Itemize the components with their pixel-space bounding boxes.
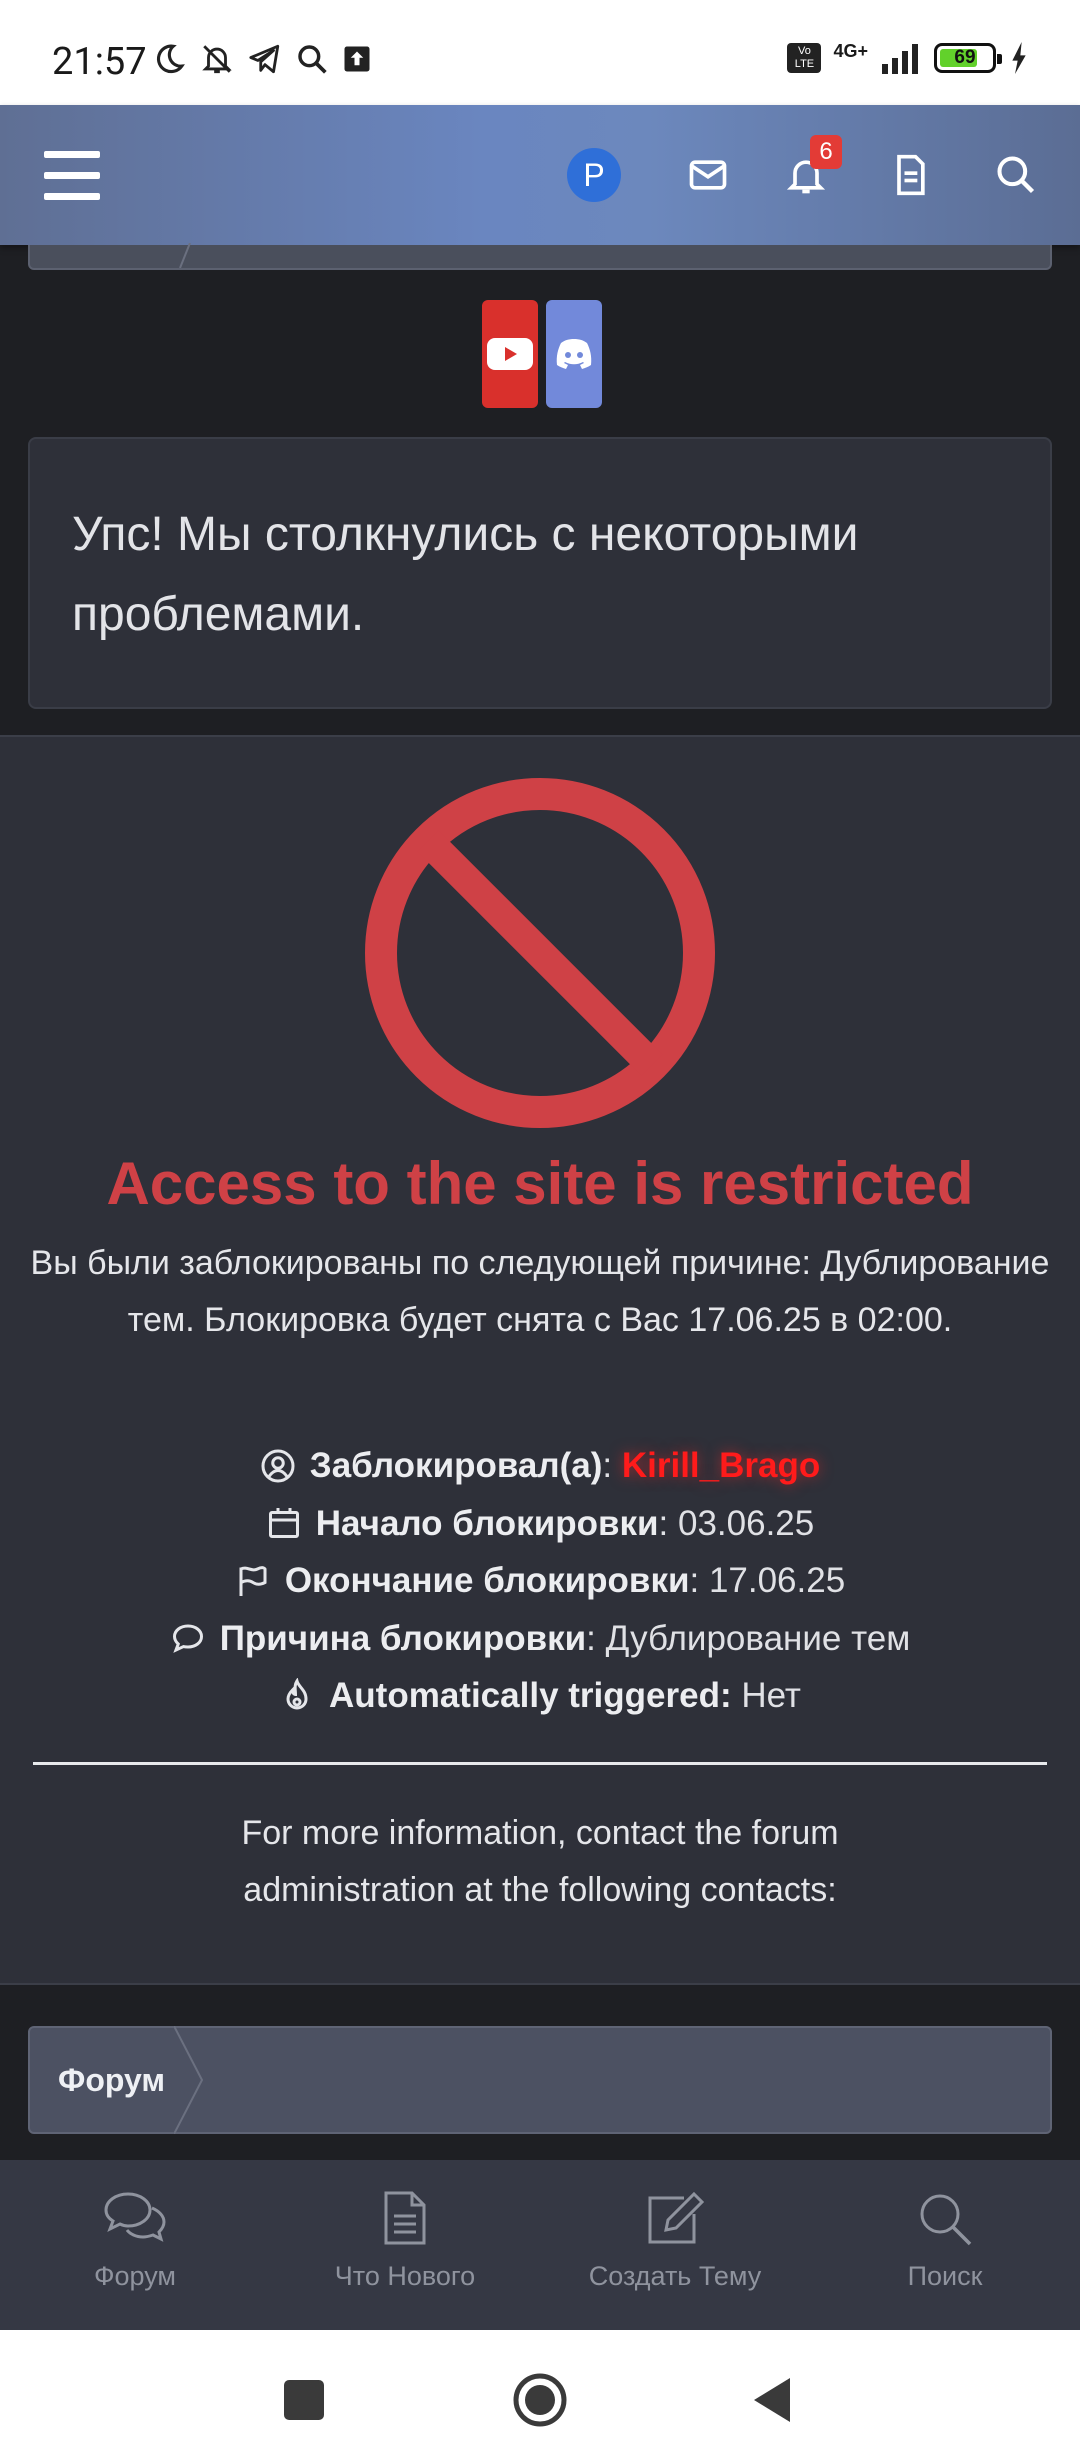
detail-start: Начало блокировки: 03.06.25	[0, 1495, 1080, 1553]
breadcrumb-forum-link[interactable]: Форум	[58, 2062, 165, 2099]
youtube-button[interactable]	[482, 300, 538, 408]
whats-new-icon	[384, 2191, 426, 2245]
social-links	[482, 300, 602, 408]
fire-icon	[286, 1677, 308, 1710]
upload-icon	[344, 46, 370, 72]
mail-icon[interactable]	[686, 153, 730, 197]
app-header: P 6	[0, 105, 1080, 245]
telegram-icon	[249, 44, 280, 74]
detail-banned-by: Заблокировал(а): Kirill_Brago	[0, 1437, 1080, 1495]
home-icon[interactable]	[512, 2372, 568, 2428]
recent-apps-icon[interactable]	[284, 2380, 324, 2420]
network-label: 4G+	[833, 40, 868, 61]
detail-end: Окончание блокировки: 17.06.25	[0, 1552, 1080, 1610]
menu-icon[interactable]	[44, 151, 100, 201]
comment-icon	[172, 1624, 203, 1654]
battery-indicator: 69	[934, 43, 1002, 73]
nav-whats-new[interactable]: Что Нового	[270, 2160, 540, 2330]
prohibited-icon	[365, 778, 715, 1128]
charging-icon	[1012, 42, 1026, 74]
user-circle-icon	[261, 1449, 295, 1483]
document-icon[interactable]	[888, 153, 932, 197]
calendar-icon	[268, 1508, 299, 1539]
detail-auto: Automatically triggered: Нет	[0, 1667, 1080, 1725]
status-icons-right: Vo LTE 4G+ 69	[787, 40, 1030, 74]
divider	[33, 1762, 1047, 1765]
signal-icon	[882, 44, 918, 74]
search-status-icon	[298, 45, 327, 74]
create-thread-icon	[648, 2191, 705, 2244]
nav-create-thread[interactable]: Создать Тему	[540, 2160, 810, 2330]
search-icon[interactable]	[994, 153, 1038, 197]
volte-icon: Vo LTE	[787, 43, 822, 73]
search-icon	[920, 2194, 972, 2246]
status-icons-left	[152, 42, 372, 76]
ban-panel: Access to the site is restricted Вы были…	[0, 735, 1080, 1985]
breadcrumb: Форум	[28, 2026, 1052, 2134]
avatar[interactable]: P	[567, 148, 621, 202]
breadcrumb-top[interactable]	[28, 243, 1052, 270]
system-navigation-bar	[0, 2330, 1080, 2460]
error-notice: Упс! Мы столкнулись с некоторыми проблем…	[28, 437, 1052, 709]
discord-icon	[556, 339, 592, 369]
discord-button[interactable]	[546, 300, 602, 408]
muted-bell-icon	[202, 45, 232, 74]
nav-search[interactable]: Поиск	[810, 2160, 1080, 2330]
banned-by-user-link[interactable]: Kirill_Brago	[622, 1437, 820, 1495]
detail-cause: Причина блокировки: Дублирование тем	[0, 1610, 1080, 1668]
youtube-icon	[487, 338, 533, 370]
flag-icon	[239, 1565, 267, 1596]
ban-title: Access to the site is restricted	[106, 1150, 974, 1217]
moon-icon	[156, 44, 185, 74]
breadcrumb-arrow-icon	[174, 2026, 204, 2134]
ban-details: Заблокировал(а): Kirill_Brago Начало бло…	[0, 1437, 1080, 1725]
nav-forum[interactable]: Форум	[0, 2160, 270, 2330]
notification-badge: 6	[810, 135, 842, 169]
back-icon[interactable]	[752, 2376, 792, 2424]
contact-info-text: For more information, contact the forum …	[241, 1814, 839, 1909]
bottom-navigation: Форум Что Нового Создать Тему Поиск	[0, 2160, 1080, 2330]
status-bar: 21:57 Vo LTE 4G+ 69	[0, 0, 1080, 105]
ban-reason-text: Вы были заблокированы по следующей причи…	[30, 1244, 1050, 1339]
status-time: 21:57	[52, 40, 147, 84]
error-notice-text: Упс! Мы столкнулись с некоторыми проблем…	[72, 508, 859, 641]
forum-icon	[104, 2192, 166, 2242]
breadcrumb-arrow-icon	[179, 243, 191, 268]
